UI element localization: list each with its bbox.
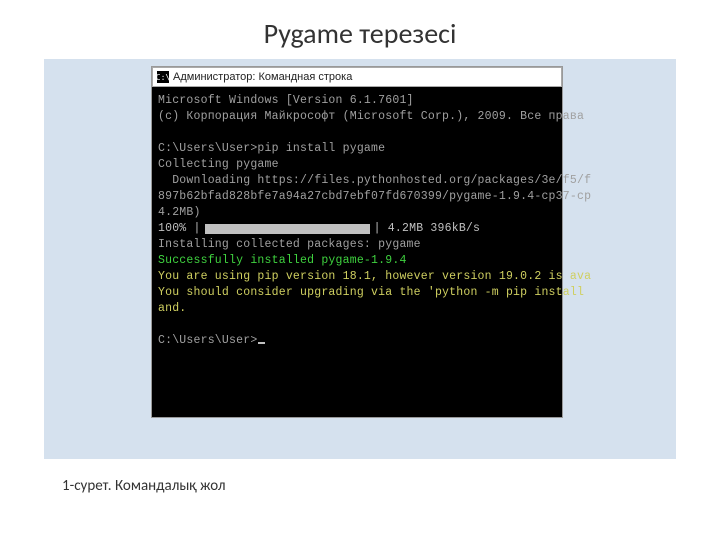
window-titlebar[interactable]: C:\ Администратор: Командная строка — [152, 67, 562, 87]
console-line: Microsoft Windows [Version 6.1.7601] — [158, 93, 556, 109]
console-blank — [158, 317, 556, 333]
window-title: Администратор: Командная строка — [173, 71, 352, 83]
progress-speed: | 4.2MB 396kB/s — [374, 221, 481, 237]
console-warning-line: and. — [158, 301, 556, 317]
slide-title: Pygame терезесі — [0, 0, 720, 59]
console-line: 897b62bfad828bfe7a94a27cbd7ebf07fd670399… — [158, 189, 556, 205]
progress-percent: 100% | — [158, 221, 201, 237]
screenshot-area: C:\ Администратор: Командная строка Micr… — [44, 59, 676, 459]
console-blank — [158, 125, 556, 141]
console-line: (c) Корпорация Майкрософт (Microsoft Cor… — [158, 109, 556, 125]
console-success-line: Successfully installed pygame-1.9.4 — [158, 253, 556, 269]
figure-caption: 1-сурет. Командалық жол — [0, 459, 720, 495]
console-line: 4.2MB) — [158, 205, 556, 221]
progress-line: 100% | | 4.2MB 396kB/s — [158, 221, 556, 237]
console-line: Installing collected packages: pygame — [158, 237, 556, 253]
progress-bar — [205, 224, 370, 234]
console-warning-line: You should consider upgrading via the 'p… — [158, 285, 556, 301]
console-output[interactable]: Microsoft Windows [Version 6.1.7601] (c)… — [152, 87, 562, 417]
console-warning-line: You are using pip version 18.1, however … — [158, 269, 556, 285]
console-line: C:\Users\User>pip install pygame — [158, 141, 556, 157]
cmd-icon: C:\ — [157, 71, 169, 83]
console-line: Collecting pygame — [158, 157, 556, 173]
console-line: Downloading https://files.pythonhosted.o… — [158, 173, 556, 189]
command-prompt-window: C:\ Администратор: Командная строка Micr… — [152, 67, 562, 417]
cursor-icon — [258, 342, 265, 344]
console-prompt: C:\Users\User> — [158, 333, 556, 349]
